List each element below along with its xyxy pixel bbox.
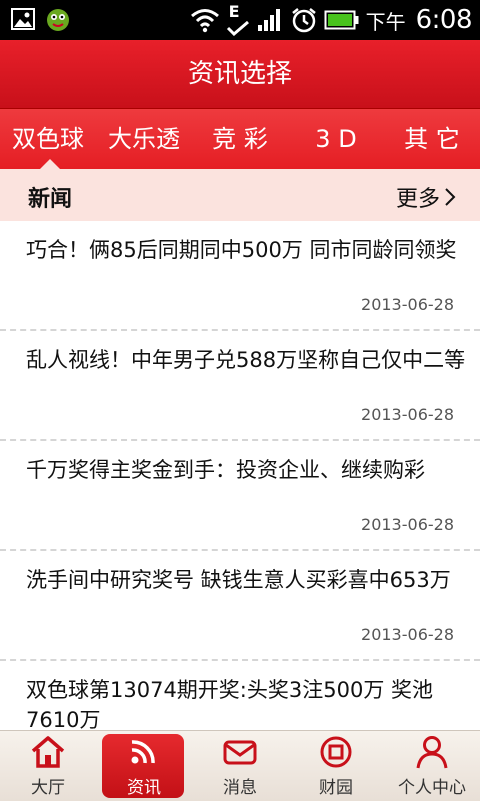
news-date: 2013-06-28 (361, 405, 454, 424)
nav-label: 消息 (223, 778, 257, 798)
tab-shuangseqiu[interactable]: 双色球 (0, 109, 96, 169)
alarm-icon (291, 8, 316, 33)
nav-news[interactable]: 资讯 (96, 731, 192, 801)
person-icon (416, 736, 448, 769)
news-title: 洗手间中研究奖号 缺钱生意人买彩喜中653万 (26, 568, 451, 592)
news-date: 2013-06-28 (361, 295, 454, 314)
more-label: 更多 (395, 187, 440, 212)
coin-icon (320, 736, 352, 768)
nav-label: 大厅 (31, 778, 65, 798)
news-title: 双色球第13074期开奖:头奖3注500万 奖池7610万 (26, 678, 433, 730)
gallery-icon (11, 8, 35, 30)
status-left (10, 6, 72, 34)
bottom-nav: 大厅 资讯 消息 财园 个人中心 (0, 730, 480, 801)
status-right: E 下午 6:08 (190, 2, 473, 36)
news-title: 乱人视线！中年男子兑588万坚称自己仅中二等 (26, 348, 466, 372)
wifi-icon (190, 9, 219, 33)
tab-3d[interactable]: 3 D (288, 109, 384, 169)
news-title: 巧合！俩85后同期同中500万 同市同龄同领奖 (26, 238, 457, 262)
clock-time: 6:08 (415, 5, 473, 35)
am-pm-label: 下午 (365, 9, 406, 34)
news-item[interactable]: 千万奖得主奖金到手：投资企业、继续购彩 2013-06-28 (0, 441, 480, 551)
category-tabs: 双色球 大乐透 竞 彩 3 D 其 它 (0, 109, 480, 169)
status-bar: E 下午 6:08 (0, 0, 480, 40)
nav-label: 资讯 (127, 778, 161, 798)
battery-icon (324, 10, 359, 30)
nav-label: 财园 (319, 778, 353, 798)
data-edge-indicator: E (226, 2, 250, 36)
news-date: 2013-06-28 (361, 515, 454, 534)
home-icon (31, 736, 65, 768)
news-section-title: 新闻 (28, 187, 73, 212)
news-item[interactable]: 双色球第13074期开奖:头奖3注500万 奖池7610万 (0, 661, 480, 730)
news-date: 2013-06-28 (361, 625, 454, 644)
page-title: 资讯选择 (0, 40, 480, 109)
tab-jingcai[interactable]: 竞 彩 (192, 109, 288, 169)
check-icon (226, 20, 249, 36)
nav-label: 个人中心 (398, 778, 466, 798)
news-section-header: 新闻 更多 (0, 169, 480, 221)
app-notification-icon (47, 9, 69, 31)
signal-icon (257, 9, 280, 31)
more-link[interactable]: 更多 (396, 181, 456, 213)
edge-letter: E (228, 2, 240, 21)
tab-daletou[interactable]: 大乐透 (96, 109, 192, 169)
nav-profile[interactable]: 个人中心 (384, 731, 480, 801)
rss-icon (131, 740, 155, 764)
news-title: 千万奖得主奖金到手：投资企业、继续购彩 (26, 458, 425, 482)
news-item[interactable]: 洗手间中研究奖号 缺钱生意人买彩喜中653万 2013-06-28 (0, 551, 480, 661)
news-list: 巧合！俩85后同期同中500万 同市同龄同领奖 2013-06-28 乱人视线！… (0, 221, 480, 730)
nav-finance[interactable]: 财园 (288, 731, 384, 801)
mail-icon (223, 740, 257, 765)
chevron-right-icon (445, 188, 456, 206)
nav-lobby[interactable]: 大厅 (0, 731, 96, 801)
news-item[interactable]: 乱人视线！中年男子兑588万坚称自己仅中二等 2013-06-28 (0, 331, 480, 441)
tab-other[interactable]: 其 它 (384, 109, 480, 169)
news-item[interactable]: 巧合！俩85后同期同中500万 同市同龄同领奖 2013-06-28 (0, 221, 480, 331)
nav-messages[interactable]: 消息 (192, 731, 288, 801)
